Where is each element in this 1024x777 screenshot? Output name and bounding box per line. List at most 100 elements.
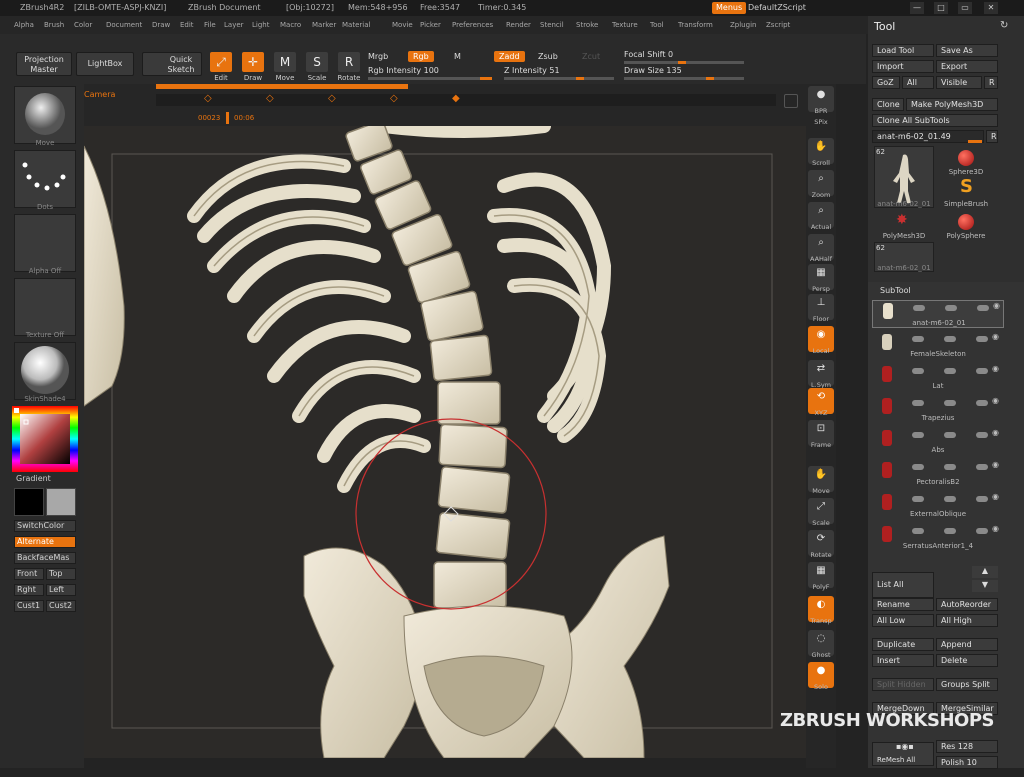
insert-button[interactable]: Insert bbox=[872, 654, 934, 667]
front-view-button[interactable]: Front bbox=[14, 568, 44, 580]
projection-master-button[interactable]: Projection Master bbox=[16, 52, 72, 76]
goz-all-button[interactable]: All bbox=[902, 76, 934, 89]
zoom-button[interactable]: ⌕ Zoom bbox=[808, 170, 834, 199]
aahalf-button[interactable]: ⌕ AAHalf bbox=[808, 234, 834, 263]
subtool-toggle[interactable] bbox=[976, 400, 988, 406]
subtool-title[interactable]: SubTool bbox=[880, 286, 911, 295]
top-view-button[interactable]: Top bbox=[46, 568, 76, 580]
rotate-button[interactable]: ⟳ Rotate bbox=[808, 530, 834, 559]
m-toggle[interactable]: M bbox=[454, 52, 461, 61]
visibility-eye-icon[interactable]: ◉ bbox=[992, 492, 999, 501]
subtool-toggle[interactable] bbox=[977, 305, 989, 311]
load-tool-button[interactable]: Load Tool bbox=[872, 44, 934, 57]
move-mode-button[interactable]: M Move bbox=[270, 52, 300, 88]
visibility-eye-icon[interactable]: ◉ bbox=[992, 428, 999, 437]
material-selector[interactable] bbox=[14, 342, 76, 400]
cust2-view-button[interactable]: Cust2 bbox=[46, 600, 76, 612]
quick-sketch-button[interactable]: Quick Sketch bbox=[142, 52, 202, 76]
menu-brush[interactable]: Brush bbox=[44, 21, 64, 29]
arrow-down-icon[interactable]: ▼ bbox=[972, 580, 998, 592]
all-high-button[interactable]: All High bbox=[936, 614, 998, 627]
z-intensity-slider[interactable] bbox=[504, 77, 614, 80]
frame-button[interactable]: ⊡ Frame bbox=[808, 420, 834, 449]
rgb-intensity-slider[interactable] bbox=[368, 77, 492, 80]
menu-file[interactable]: File bbox=[204, 21, 216, 29]
menu-zplugin[interactable]: Zplugin bbox=[730, 21, 756, 29]
backfacemask-button[interactable]: BackfaceMas bbox=[14, 552, 76, 564]
subtool-toggle[interactable] bbox=[912, 336, 924, 342]
subtool-row[interactable]: ◉ anat-m6-02_01 bbox=[872, 300, 1004, 328]
menu-preferences[interactable]: Preferences bbox=[452, 21, 493, 29]
subtool-toggle[interactable] bbox=[976, 496, 988, 502]
close-icon[interactable]: ✕ bbox=[984, 2, 998, 14]
export-button[interactable]: Export bbox=[936, 60, 998, 73]
visibility-eye-icon[interactable]: ◉ bbox=[992, 364, 999, 373]
split-hidden-button[interactable]: Split Hidden bbox=[872, 678, 934, 691]
menu-tool[interactable]: Tool bbox=[650, 21, 664, 29]
persp-button[interactable]: ▦ Persp bbox=[808, 264, 834, 293]
draw-mode-button[interactable]: ✛ Draw bbox=[238, 52, 268, 88]
timeline-toggle[interactable] bbox=[784, 94, 798, 108]
subtool-toggle[interactable] bbox=[944, 368, 956, 374]
menu-macro[interactable]: Macro bbox=[280, 21, 301, 29]
menu-render[interactable]: Render bbox=[506, 21, 531, 29]
scale-button[interactable]: ⤢ Scale bbox=[808, 498, 834, 527]
solo-button[interactable]: ● Solo bbox=[808, 662, 834, 691]
subtool-toggle[interactable] bbox=[944, 336, 956, 342]
visibility-eye-icon[interactable]: ◉ bbox=[992, 524, 999, 533]
primary-color-swatch[interactable] bbox=[14, 488, 44, 516]
timeline-track[interactable] bbox=[156, 94, 776, 106]
subtool-toggle[interactable] bbox=[912, 432, 924, 438]
subtool-toggle[interactable] bbox=[976, 432, 988, 438]
simplebrush-icon[interactable]: S bbox=[960, 176, 973, 197]
menu-layer[interactable]: Layer bbox=[224, 21, 244, 29]
scroll-button[interactable]: ✋ Scroll bbox=[808, 138, 834, 167]
autoreorder-button[interactable]: AutoReorder bbox=[936, 598, 998, 611]
menu-stencil[interactable]: Stencil bbox=[540, 21, 564, 29]
visibility-eye-icon[interactable]: ◉ bbox=[992, 332, 999, 341]
edit-mode-button[interactable]: ⤢ Edit bbox=[206, 52, 236, 88]
switchcolor-button[interactable]: SwitchColor bbox=[14, 520, 76, 532]
subtool-row[interactable]: ◉ FemaleSkeleton bbox=[872, 332, 1004, 360]
goz-r-button[interactable]: R bbox=[984, 76, 998, 89]
refresh-icon[interactable]: ↻ bbox=[1000, 20, 1008, 31]
subtool-toggle[interactable] bbox=[944, 432, 956, 438]
restore-icon[interactable]: ▭ bbox=[958, 2, 972, 14]
menu-picker[interactable]: Picker bbox=[420, 21, 441, 29]
subtool-toggle[interactable] bbox=[976, 368, 988, 374]
polymesh3d-icon[interactable]: ✸ bbox=[896, 212, 908, 228]
keyframe-marker[interactable]: ◇ bbox=[390, 93, 398, 104]
subtool-toggle[interactable] bbox=[912, 496, 924, 502]
right-view-button[interactable]: Rght bbox=[14, 584, 44, 596]
local-button[interactable]: ◉ Local bbox=[808, 326, 834, 355]
all-low-button[interactable]: All Low bbox=[872, 614, 934, 627]
subtool-row[interactable]: ◉ Lat bbox=[872, 364, 1004, 392]
visibility-eye-icon[interactable]: ◉ bbox=[992, 460, 999, 469]
menu-transform[interactable]: Transform bbox=[678, 21, 713, 29]
draw-size-slider[interactable] bbox=[624, 77, 744, 80]
keyframe-marker[interactable]: ◇ bbox=[204, 93, 212, 104]
subtool-toggle[interactable] bbox=[944, 400, 956, 406]
floor-button[interactable]: ⊥ Floor bbox=[808, 294, 834, 323]
polish-slider[interactable]: Polish 10 bbox=[936, 756, 998, 769]
menus-button[interactable]: Menus bbox=[712, 2, 747, 14]
alpha-selector[interactable] bbox=[14, 214, 76, 272]
stroke-selector[interactable] bbox=[14, 150, 76, 208]
zsub-toggle[interactable]: Zsub bbox=[538, 52, 558, 61]
scale-mode-button[interactable]: S Scale bbox=[302, 52, 332, 88]
move-button[interactable]: ✋ Move bbox=[808, 466, 834, 495]
menu-material[interactable]: Material bbox=[342, 21, 370, 29]
maximize-icon[interactable]: □ bbox=[934, 2, 948, 14]
groups-split-button[interactable]: Groups Split bbox=[936, 678, 998, 691]
subtool-row[interactable]: ◉ Trapezius bbox=[872, 396, 1004, 424]
subtool-row[interactable]: ◉ ExternalOblique bbox=[872, 492, 1004, 520]
menu-color[interactable]: Color bbox=[74, 21, 92, 29]
menu-stroke[interactable]: Stroke bbox=[576, 21, 598, 29]
alternate-button[interactable]: Alternate bbox=[14, 536, 76, 548]
zadd-toggle[interactable]: Zadd bbox=[494, 51, 525, 62]
import-button[interactable]: Import bbox=[872, 60, 934, 73]
color-picker[interactable] bbox=[12, 406, 78, 472]
menu-zscript[interactable]: Zscript bbox=[766, 21, 790, 29]
delete-button[interactable]: Delete bbox=[936, 654, 998, 667]
clone-button[interactable]: Clone bbox=[872, 98, 904, 111]
